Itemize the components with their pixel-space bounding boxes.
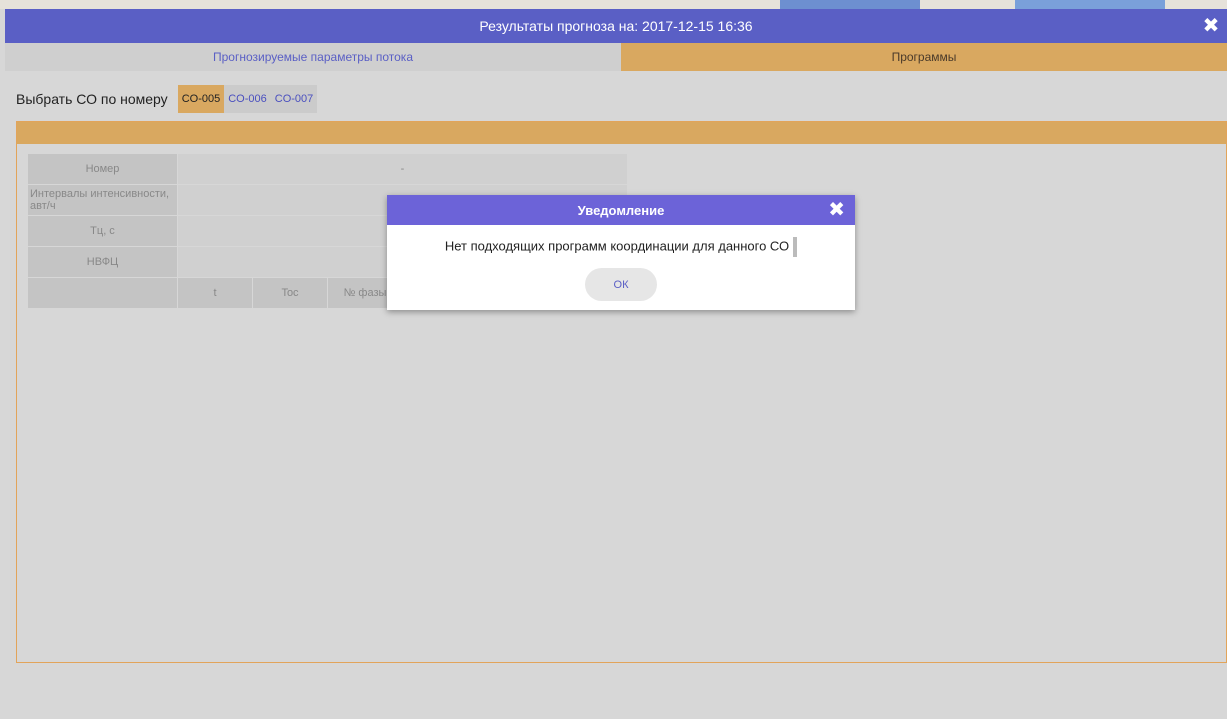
background-strip bbox=[0, 0, 1227, 9]
row-header-nvfc: НВФЦ bbox=[27, 246, 178, 278]
co-picker-label: Выбрать СО по номеру bbox=[16, 91, 168, 107]
ok-button[interactable]: ОК bbox=[585, 268, 657, 301]
dialog-message: Нет подходящих программ координации для … bbox=[387, 237, 855, 257]
background-map-segment bbox=[780, 0, 920, 9]
tab-flow-parameters[interactable]: Прогнозируемые параметры потока bbox=[5, 43, 621, 71]
tab-programs[interactable]: Программы bbox=[621, 43, 1227, 71]
row-header-number: Номер bbox=[27, 153, 178, 185]
phase-header-toc: Toc bbox=[252, 277, 328, 309]
co-picker: Выбрать СО по номеру CO-005 CO-006 CO-00… bbox=[16, 85, 318, 113]
panel-header bbox=[17, 122, 1226, 144]
window-titlebar: Результаты прогноза на: 2017-12-15 16:36… bbox=[5, 9, 1227, 43]
close-icon[interactable]: ✖ bbox=[1201, 16, 1221, 36]
close-icon[interactable]: ✖ bbox=[828, 199, 845, 221]
phase-header-t: t bbox=[177, 277, 253, 309]
dialog-title: Уведомление bbox=[577, 202, 665, 218]
phase-header-blank bbox=[27, 277, 178, 309]
row-header-cycle: Тц, с bbox=[27, 215, 178, 247]
co-button-005[interactable]: CO-005 bbox=[177, 85, 225, 113]
dialog-message-text: Нет подходящих программ координации для … bbox=[444, 238, 790, 254]
notification-dialog: Уведомление ✖ Нет подходящих программ ко… bbox=[387, 195, 855, 310]
background-map-segment bbox=[1015, 0, 1165, 9]
tab-bar: Прогнозируемые параметры потока Программ… bbox=[5, 43, 1227, 71]
co-button-006[interactable]: CO-006 bbox=[224, 85, 271, 113]
row-value-number: - bbox=[177, 153, 628, 185]
dialog-header: Уведомление ✖ bbox=[387, 195, 855, 225]
row-header-intervals: Интервалы интенсивности, авт/ч bbox=[27, 184, 178, 216]
window-title: Результаты прогноза на: 2017-12-15 16:36 bbox=[479, 18, 753, 34]
table-row: Номер - bbox=[27, 153, 628, 185]
co-button-007[interactable]: CO-007 bbox=[270, 85, 318, 113]
text-cursor bbox=[793, 237, 798, 257]
